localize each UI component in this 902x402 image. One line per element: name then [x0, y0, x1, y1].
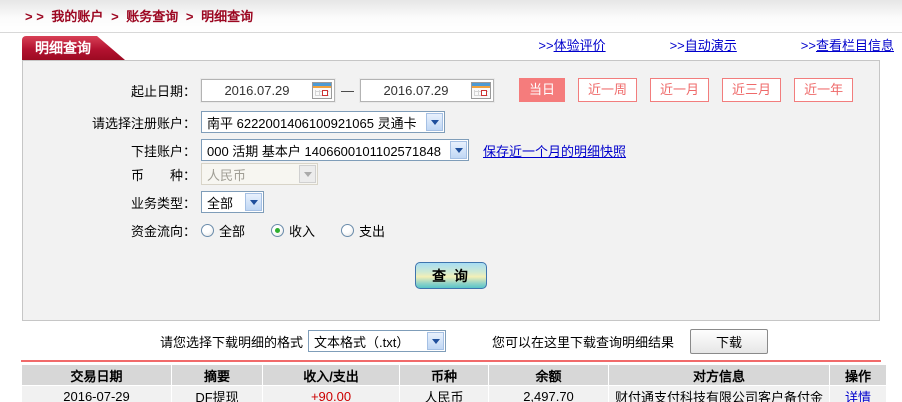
query-button[interactable]: 查 询	[415, 262, 487, 289]
breadcrumb: > > 我的账户 > 账务查询 > 明细查询	[0, 0, 902, 33]
download-format-label: 请您选择下载明细的格式	[160, 332, 303, 351]
fund-flow-row: 资金流向： 全部 收入 支出	[23, 219, 879, 241]
col-header-action: 操作	[830, 365, 886, 385]
link-view-column-info[interactable]: >>查看栏目信息	[801, 35, 894, 54]
calendar-icon[interactable]	[312, 82, 332, 99]
end-date-value: 2016.07.29	[361, 83, 471, 98]
radio-checked-icon[interactable]	[271, 224, 284, 237]
radio-icon[interactable]	[201, 224, 214, 237]
col-header-counterparty: 对方信息	[609, 365, 829, 385]
radio-icon[interactable]	[341, 224, 354, 237]
detail-link[interactable]: 详情	[845, 390, 871, 402]
quick-range-today-button[interactable]: 当日	[519, 78, 565, 102]
download-hint: 您可以在这里下载查询明细结果	[492, 332, 674, 351]
business-type-row: 业务类型： 全部	[23, 191, 879, 213]
start-date-input[interactable]: 2016.07.29	[201, 79, 335, 102]
col-header-summary: 摘要	[172, 365, 262, 385]
download-row: 请您选择下载明细的格式 文本格式（.txt） 您可以在这里下载查询明细结果 下载	[0, 328, 902, 354]
breadcrumb-separator: >	[186, 9, 194, 24]
cell-action: 详情	[830, 386, 886, 402]
breadcrumb-item-detail-query[interactable]: 明细查询	[201, 9, 253, 24]
col-header-amount: 收入/支出	[263, 365, 399, 385]
cell-date: 2016-07-29	[22, 386, 171, 402]
fund-flow-option-all[interactable]: 全部	[201, 221, 245, 240]
quick-range-3months-button[interactable]: 近三月	[722, 78, 781, 102]
fund-flow-radio-group: 全部 收入 支出	[201, 221, 411, 240]
breadcrumb-item-my-account[interactable]: 我的账户	[51, 9, 103, 24]
link-prefix: >>	[670, 38, 685, 53]
fund-flow-option-income[interactable]: 收入	[271, 221, 315, 240]
results-table: 交易日期 摘要 收入/支出 币种 余额 对方信息 操作 2016-07-29 D…	[21, 364, 887, 402]
cell-currency: 人民币	[400, 386, 488, 402]
date-range-label: 起止日期：	[23, 81, 201, 100]
sub-account-row: 下挂账户： 000 活期 基本户 1406600101102571848 保存近…	[23, 139, 879, 161]
quick-range-year-button[interactable]: 近一年	[794, 78, 853, 102]
tab-detail-query[interactable]: 明细查询	[22, 36, 125, 60]
chevron-down-icon	[450, 141, 467, 159]
register-account-row: 请选择注册账户： 南平 6222001406100921065 灵通卡	[23, 111, 879, 133]
col-header-balance: 余额	[489, 365, 608, 385]
currency-select: 人民币	[201, 163, 318, 185]
chevron-down-icon	[245, 193, 262, 211]
register-account-label: 请选择注册账户：	[23, 113, 201, 132]
link-experience-rating[interactable]: >>体验评价	[538, 35, 605, 54]
link-prefix: >>	[538, 38, 553, 53]
quick-range-buttons: 当日 近一周 近一月 近三月 近一年	[506, 78, 853, 102]
table-header-row: 交易日期 摘要 收入/支出 币种 余额 对方信息 操作	[22, 365, 886, 385]
download-format-select[interactable]: 文本格式（.txt）	[308, 330, 446, 352]
query-button-row: 查 询	[23, 262, 879, 289]
business-type-select[interactable]: 全部	[201, 191, 264, 213]
chevron-down-icon	[299, 165, 316, 183]
end-date-input[interactable]: 2016.07.29	[360, 79, 494, 102]
breadcrumb-item-account-query[interactable]: 账务查询	[126, 9, 178, 24]
query-form-panel: 起止日期： 2016.07.29 — 2016.07.29 当日 近一周 近一月…	[22, 60, 880, 321]
chevron-down-icon	[426, 113, 443, 131]
header-links: >>体验评价 >>自动演示 >>查看栏目信息	[538, 35, 894, 54]
quick-range-month-button[interactable]: 近一月	[650, 78, 709, 102]
calendar-icon[interactable]	[471, 82, 491, 99]
breadcrumb-prefix: > >	[25, 9, 44, 24]
col-header-date: 交易日期	[22, 365, 171, 385]
section-header: 明细查询 >>体验评价 >>自动演示 >>查看栏目信息	[0, 33, 902, 60]
cell-amount: +90.00	[263, 386, 399, 402]
col-header-currency: 币种	[400, 365, 488, 385]
register-account-select[interactable]: 南平 6222001406100921065 灵通卡	[201, 111, 445, 133]
fund-flow-option-expense[interactable]: 支出	[341, 221, 385, 240]
sub-account-label: 下挂账户：	[23, 141, 201, 160]
sub-account-select[interactable]: 000 活期 基本户 1406600101102571848	[201, 139, 469, 161]
quick-range-week-button[interactable]: 近一周	[578, 78, 637, 102]
currency-row: 币 种： 人民币	[23, 163, 879, 185]
date-range-row: 起止日期： 2016.07.29 — 2016.07.29 当日 近一周 近一月…	[23, 78, 879, 102]
red-divider	[21, 360, 881, 362]
cell-balance: 2,497.70	[489, 386, 608, 402]
cell-summary: DF提现	[172, 386, 262, 402]
fund-flow-label: 资金流向：	[23, 221, 201, 240]
chevron-down-icon	[427, 332, 444, 350]
save-snapshot-link[interactable]: 保存近一个月的明细快照	[483, 141, 626, 160]
cell-counterparty: 财付通支付科技有限公司客户备付金	[609, 386, 829, 402]
currency-label: 币 种：	[23, 165, 201, 184]
start-date-value: 2016.07.29	[202, 83, 312, 98]
link-prefix: >>	[801, 38, 816, 53]
table-row: 2016-07-29 DF提现 +90.00 人民币 2,497.70 财付通支…	[22, 386, 886, 402]
download-button[interactable]: 下载	[690, 329, 768, 354]
breadcrumb-separator: >	[111, 9, 119, 24]
link-auto-demo[interactable]: >>自动演示	[670, 35, 737, 54]
business-type-label: 业务类型：	[23, 193, 201, 212]
date-separator: —	[341, 83, 354, 98]
